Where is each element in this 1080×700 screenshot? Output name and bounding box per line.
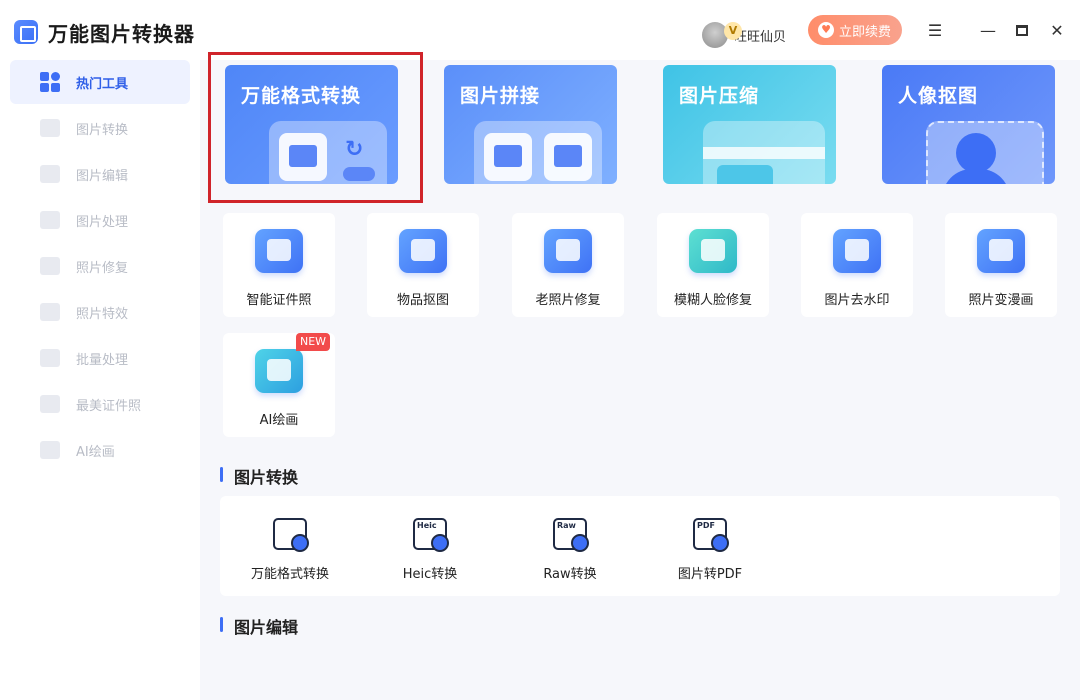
vip-badge: V	[724, 22, 742, 40]
bag-icon	[399, 229, 447, 273]
sidebar-item-hot-tools[interactable]: 热门工具	[10, 60, 190, 104]
renew-button-label: 立即续费	[839, 24, 892, 40]
tool-label: AI绘画	[259, 413, 299, 428]
portrait-cutout-icon	[926, 121, 1044, 184]
feature-card-title: 图片压缩	[679, 85, 760, 107]
image-convert-icon	[40, 119, 60, 137]
convert-item-heic[interactable]: Heic Heic转换	[360, 496, 500, 596]
tool-label: 模糊人脸修复	[673, 293, 752, 308]
sidebar-item-label: 最美证件照	[76, 398, 142, 414]
pdf-icon: PDF	[693, 518, 729, 552]
convert-item-label: Raw转换	[543, 567, 597, 582]
sidebar-item-id-photo[interactable]: 最美证件照	[10, 382, 190, 426]
ai-paint-icon	[40, 441, 60, 459]
format-convert-icon	[273, 518, 309, 552]
repair-wrench-icon	[544, 229, 592, 273]
feature-card-image-compress[interactable]: 图片压缩	[663, 65, 836, 184]
image-process-icon	[40, 211, 60, 229]
tool-label: 物品抠图	[396, 293, 449, 308]
eraser-icon	[833, 229, 881, 273]
sidebar-item-label: 图片处理	[76, 214, 129, 230]
feature-card-image-stitch[interactable]: 图片拼接	[444, 65, 617, 184]
image-convert-panel: 万能格式转换 Heic Heic转换 Raw Raw转换 PDF 图片转PDF	[220, 496, 1060, 596]
tool-label: 照片变漫画	[968, 293, 1034, 308]
tool-watermark-remove[interactable]: 图片去水印	[801, 213, 913, 317]
sidebar-item-label: 批量处理	[76, 352, 129, 368]
compress-icon	[703, 121, 825, 184]
feature-card-title: 图片拼接	[460, 85, 541, 107]
heic-icon: Heic	[413, 518, 449, 552]
convert-item-label: 万能格式转换	[250, 567, 329, 582]
batch-icon	[40, 349, 60, 367]
tool-old-photo-repair[interactable]: 老照片修复	[512, 213, 624, 317]
tool-label: 智能证件照	[246, 293, 312, 308]
minimize-icon[interactable]: —	[976, 18, 1000, 42]
title-bar: 万能图片转换器 V 旺旺仙贝 ♥ 立即续费 ☰ — ✕	[0, 0, 1080, 60]
tool-photo-to-cartoon[interactable]: 照片变漫画	[945, 213, 1057, 317]
user-profile[interactable]: V 旺旺仙贝	[702, 8, 786, 52]
maximize-icon[interactable]	[1010, 18, 1034, 42]
id-photo-icon	[40, 395, 60, 413]
sidebar-item-image-convert[interactable]: 图片转换	[10, 106, 190, 150]
section-title-image-edit: 图片编辑	[220, 614, 298, 638]
sidebar-item-photo-effect[interactable]: 照片特效	[10, 290, 190, 334]
tool-label: 图片去水印	[824, 293, 890, 308]
photo-effect-icon	[40, 303, 60, 321]
sidebar-item-ai-paint[interactable]: AI绘画	[10, 428, 190, 472]
cartoon-face-icon	[977, 229, 1025, 273]
app-title: 万能图片转换器	[48, 22, 195, 46]
sidebar-item-label: 照片特效	[76, 306, 129, 322]
sidebar-item-photo-repair[interactable]: 照片修复	[10, 244, 190, 288]
vip-heart-icon: ♥	[818, 22, 834, 38]
sidebar-item-label: AI绘画	[76, 444, 115, 460]
convert-item-pdf[interactable]: PDF 图片转PDF	[640, 496, 780, 596]
app-logo-icon	[14, 20, 38, 44]
photo-repair-icon	[40, 257, 60, 275]
sidebar-item-batch[interactable]: 批量处理	[10, 336, 190, 380]
sidebar-item-label: 图片编辑	[76, 168, 129, 184]
tool-object-cutout[interactable]: 物品抠图	[367, 213, 479, 317]
image-stitch-icon	[474, 121, 602, 184]
convert-item-label: 图片转PDF	[677, 567, 743, 582]
raw-icon: Raw	[553, 518, 589, 552]
convert-item-raw[interactable]: Raw Raw转换	[500, 496, 640, 596]
section-title-image-convert: 图片转换	[220, 464, 298, 488]
renew-button[interactable]: ♥ 立即续费	[808, 15, 902, 45]
tool-blurry-face-repair[interactable]: 模糊人脸修复	[657, 213, 769, 317]
tool-label: 老照片修复	[535, 293, 601, 308]
sidebar-item-label: 图片转换	[76, 122, 129, 138]
convert-item-universal[interactable]: 万能格式转换	[220, 496, 360, 596]
download-face-icon	[689, 229, 737, 273]
ai-paint-brush-icon	[255, 349, 303, 393]
image-edit-icon	[40, 165, 60, 183]
sidebar-item-image-edit[interactable]: 图片编辑	[10, 152, 190, 196]
convert-item-label: Heic转换	[402, 567, 458, 582]
grid-icon	[40, 72, 60, 92]
feature-card-portrait-cutout[interactable]: 人像抠图	[882, 65, 1055, 184]
feature-card-title: 人像抠图	[898, 85, 979, 107]
id-card-icon	[255, 229, 303, 273]
selection-highlight	[208, 52, 423, 203]
menu-icon[interactable]: ☰	[923, 18, 947, 42]
new-badge: NEW	[296, 333, 330, 351]
close-icon[interactable]: ✕	[1045, 18, 1069, 42]
avatar[interactable]: V	[702, 22, 742, 48]
tool-smart-id-photo[interactable]: 智能证件照	[223, 213, 335, 317]
sidebar-item-label: 照片修复	[76, 260, 129, 276]
sidebar: 热门工具 图片转换 图片编辑 图片处理 照片修复 照片特效 批量处理 最美证件照…	[0, 60, 200, 700]
sidebar-item-image-process[interactable]: 图片处理	[10, 198, 190, 242]
sidebar-item-label: 热门工具	[76, 76, 129, 92]
